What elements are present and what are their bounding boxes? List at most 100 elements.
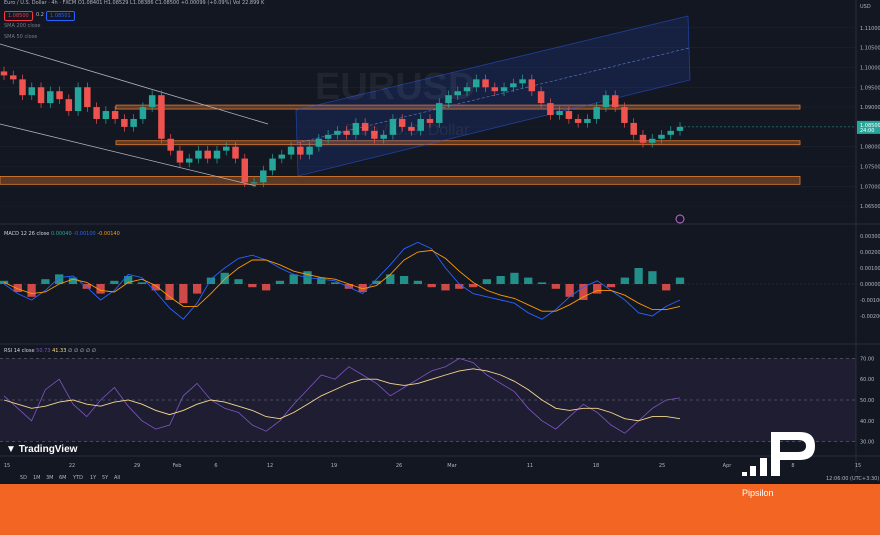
- tradingview-mark-icon: ▼: [6, 444, 19, 455]
- tradingview-logo: ▼ TradingView: [6, 444, 77, 455]
- price-tick: 1.08000: [860, 145, 880, 151]
- candle-body: [223, 146, 230, 151]
- range-3m[interactable]: 3M: [46, 475, 54, 481]
- macd-histogram-bar: [179, 284, 188, 304]
- macd-line: [3, 241, 681, 320]
- volume-value: Vol 22.899 K: [232, 0, 265, 6]
- alert-icon: [675, 214, 685, 224]
- candle-body: [176, 150, 184, 163]
- candle-body: [19, 79, 26, 96]
- price-tick: 1.09000: [860, 105, 880, 111]
- rsi-tick: 70.00: [860, 356, 874, 362]
- time-tick: 11: [527, 463, 533, 469]
- time-tick: 19: [331, 463, 337, 469]
- candle-body: [324, 134, 332, 139]
- candle-body: [574, 118, 582, 123]
- range-ytd[interactable]: YTD: [73, 475, 83, 481]
- descending-trendline: [0, 43, 269, 125]
- candle-body: [482, 79, 489, 88]
- macd-histogram-bar: [606, 284, 616, 288]
- candle-body: [491, 87, 499, 92]
- time-tick: Feb: [173, 463, 182, 469]
- macd-histogram-bar: [496, 276, 505, 284]
- candle-body: [537, 91, 545, 104]
- candle-body: [139, 107, 147, 119]
- candle-body: [602, 95, 610, 108]
- range-1y[interactable]: 1Y: [90, 475, 96, 481]
- macd-histogram-bar: [413, 280, 423, 284]
- ohlc-values: O1.08401 H1.08529 L1.08386 C1.08500 +0.0…: [77, 0, 232, 6]
- price-tick: 1.10000: [860, 65, 880, 71]
- candle-body: [565, 111, 573, 119]
- clock: 12:06:00 (UTC+3:30): [826, 476, 880, 482]
- candle-body: [500, 87, 508, 92]
- macd-histogram-bar: [193, 284, 202, 294]
- rsi-title: RSI 14 close: [4, 348, 35, 354]
- candle-body: [334, 130, 341, 135]
- price-tick: 1.06500: [860, 204, 880, 210]
- rsi-empty-3: ∅: [79, 348, 85, 354]
- sma200-label[interactable]: SMA 200 close: [4, 23, 41, 29]
- candle-body: [315, 138, 323, 147]
- tradingview-label: TradingView: [18, 444, 78, 455]
- rsi-label[interactable]: RSI 14 close 50.73 41.33 ∅ ∅ ∅ ∅ ∅: [4, 348, 96, 354]
- rsi-tick: 50.00: [860, 398, 874, 404]
- candle-body: [195, 150, 202, 159]
- rsi-empty-2: ∅: [73, 348, 79, 354]
- range-all[interactable]: All: [114, 475, 120, 481]
- macd-tick: 0.00100: [860, 266, 880, 272]
- candle-body: [639, 134, 647, 143]
- candle-body: [84, 87, 91, 108]
- time-tick: Apr: [723, 463, 733, 469]
- macd-title: MACD 12 26 close: [4, 231, 50, 237]
- sma50-label[interactable]: SMA 50 close: [4, 34, 37, 40]
- candle-body: [593, 107, 600, 119]
- range-1m[interactable]: 1M: [33, 475, 41, 481]
- macd-histogram-bar: [248, 284, 257, 288]
- rsi-tick: 30.00: [860, 440, 874, 446]
- rsi-value: 50.73: [36, 348, 51, 354]
- time-tick: 18: [593, 463, 599, 469]
- candle-body: [28, 87, 36, 96]
- candle-body: [10, 75, 17, 80]
- macd-label[interactable]: MACD 12 26 close 0.00040 -0.00100 -0.001…: [4, 231, 120, 237]
- macd-histogram-bar: [662, 284, 671, 291]
- ask-badge[interactable]: 1.08501: [46, 11, 75, 21]
- macd-signal-value: -0.00140: [97, 231, 120, 237]
- candle-body: [93, 107, 100, 119]
- candle-body: [65, 99, 73, 112]
- macd-histogram-bar: [648, 271, 657, 284]
- candle-body: [47, 91, 54, 104]
- macd-tick: -0.00100: [860, 298, 880, 304]
- macd-histogram-bar: [510, 272, 519, 284]
- macd-histogram-bar: [620, 277, 629, 284]
- spread-value: 0.2: [36, 12, 44, 18]
- watermark-name: Euro / U.S. Dollar: [345, 122, 470, 139]
- bid-badge[interactable]: 1.08500: [4, 11, 33, 21]
- candle-body: [676, 126, 684, 131]
- macd-histogram-bar: [27, 284, 36, 297]
- macd-tick: 0.00200: [860, 250, 880, 256]
- macd-histogram-bar: [165, 284, 174, 300]
- time-tick: 6: [214, 463, 217, 469]
- candle-body: [167, 138, 174, 151]
- macd-histogram-bar: [137, 282, 147, 284]
- time-tick: 15: [855, 463, 861, 469]
- range-6m[interactable]: 6M: [59, 475, 67, 481]
- macd-histogram-bar: [261, 284, 271, 291]
- macd-signal-line: [3, 249, 681, 312]
- symbol-line[interactable]: Euro / U.S. Dollar · 4h · FXCM: [4, 0, 76, 6]
- rsi-tick: 60.00: [860, 377, 874, 383]
- candle-body: [621, 107, 628, 123]
- candle-body: [658, 134, 665, 139]
- range-5y[interactable]: 5Y: [102, 475, 108, 481]
- candle-body: [648, 138, 656, 143]
- price-tick: 1.09500: [860, 85, 880, 91]
- range-5d[interactable]: 5D: [20, 475, 27, 481]
- macd-histogram-bar: [234, 279, 243, 284]
- price-tick: 1.11000: [860, 26, 880, 32]
- candle-body: [519, 79, 526, 84]
- macd-histogram-bar: [41, 279, 50, 284]
- candle-body: [278, 154, 286, 159]
- candle-body: [56, 91, 63, 100]
